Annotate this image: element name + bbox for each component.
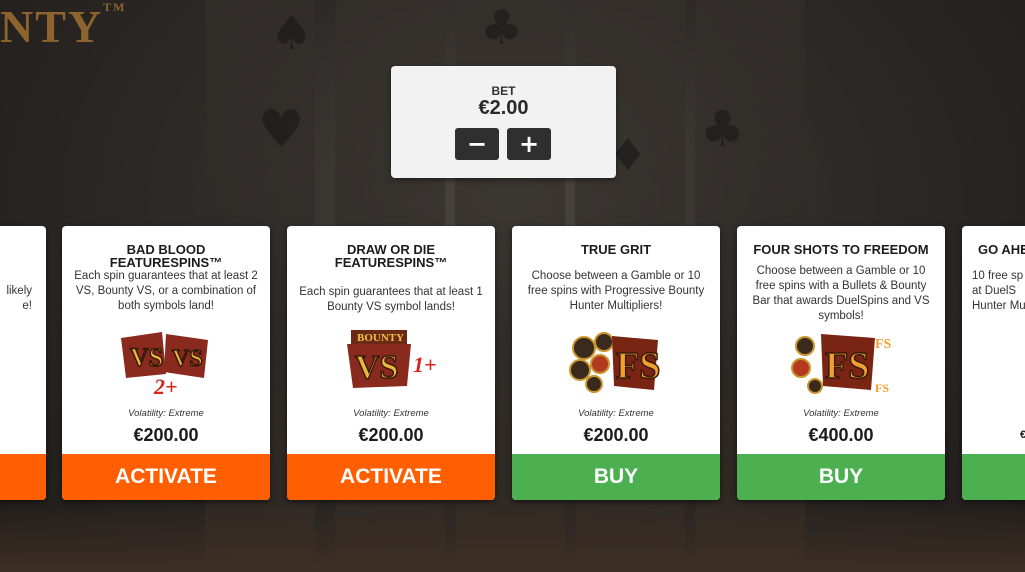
card-volatility: Volatility: Extreme bbox=[578, 408, 654, 419]
svg-text:FS: FS bbox=[875, 337, 891, 352]
svg-text:VS: VS bbox=[130, 343, 163, 372]
bet-decrease-button[interactable]: − bbox=[455, 128, 499, 160]
card-description: Each spin guarantees that at least 2 VS,… bbox=[74, 270, 258, 312]
fs-bounty-coins-icon: FS bbox=[569, 332, 661, 393]
feature-card-partial-left: likely e! bbox=[0, 226, 46, 500]
vs-symbols-2plus-icon: VS VS 2+ bbox=[121, 332, 208, 396]
card-title: DRAW OR DIE FEATURESPINS™ bbox=[334, 242, 448, 270]
card-description: 10 free sp at DuelS Hunter Mu bbox=[972, 270, 1025, 312]
svg-text:2+: 2+ bbox=[153, 374, 178, 396]
buy-button[interactable]: BUY bbox=[737, 454, 945, 500]
spade-icon: ♠ bbox=[270, 5, 314, 61]
svg-text:FS: FS bbox=[616, 345, 660, 387]
feature-card-four-shots: FOUR SHOTS TO FREEDOM Choose between a G… bbox=[737, 226, 945, 500]
card-description: likely e! bbox=[6, 285, 32, 312]
card-price: €200.00 bbox=[583, 425, 649, 445]
card-description: Each spin guarantees that at least 1 Bou… bbox=[299, 286, 483, 313]
card-title: FOUR SHOTS TO FREEDOM bbox=[753, 242, 929, 257]
card-price: €200.00 bbox=[133, 425, 199, 445]
svg-text:VS: VS bbox=[355, 349, 398, 386]
card-volatility: Volatility: Extreme bbox=[128, 408, 204, 419]
card-description: Choose between a Gamble or 10 free spins… bbox=[752, 265, 930, 322]
svg-text:1+: 1+ bbox=[413, 352, 437, 377]
club-icon: ♣ bbox=[480, 0, 524, 56]
svg-text:FS: FS bbox=[875, 381, 889, 395]
card-title: BAD BLOOD FEATURESPINS™ bbox=[109, 242, 223, 270]
bet-value: €2.00 bbox=[478, 97, 529, 119]
feature-card-draw-or-die: DRAW OR DIE FEATURESPINS™ Each spin guar… bbox=[287, 226, 495, 500]
activate-button[interactable]: ACTIVATE bbox=[287, 454, 495, 500]
card-title: TRUE GRIT bbox=[580, 242, 652, 257]
card-price: €400.00 bbox=[808, 425, 874, 445]
game-logo: NTYTM bbox=[0, 0, 126, 53]
bet-panel: BET €2.00 − + bbox=[391, 66, 616, 178]
bounty-vs-1plus-icon: BOUNTY VS 1+ bbox=[347, 330, 437, 388]
card-volatility: Volatility: Extreme bbox=[353, 408, 429, 419]
card-price: € bbox=[1020, 429, 1025, 441]
game-logo-tm: TM bbox=[103, 0, 127, 14]
svg-text:FS: FS bbox=[825, 345, 869, 387]
fs-bullets-bounty-icon: FS FS FS bbox=[791, 334, 891, 395]
card-price: €200.00 bbox=[358, 425, 424, 445]
svg-text:BOUNTY: BOUNTY bbox=[357, 332, 404, 344]
buy-button[interactable]: BUY bbox=[512, 454, 720, 500]
game-logo-text: NTY bbox=[0, 1, 104, 52]
card-description: Choose between a Gamble or 10 free spins… bbox=[527, 270, 705, 312]
svg-text:VS: VS bbox=[172, 346, 203, 372]
bet-increase-button[interactable]: + bbox=[507, 128, 551, 160]
bet-label: BET bbox=[491, 84, 516, 98]
card-volatility: Volatility: Extreme bbox=[803, 408, 879, 419]
background-floor bbox=[0, 502, 1025, 572]
feature-card-partial-right: GO AHE 10 free sp at DuelS Hunter Mu € bbox=[962, 226, 1025, 500]
game-screen: ♠ ♥ ♣ ♣ ♦ NTYTM BET €2.00 − + likely e! … bbox=[0, 0, 1025, 572]
card-action-button[interactable] bbox=[0, 454, 46, 500]
club-icon: ♣ bbox=[700, 100, 745, 158]
activate-button[interactable]: ACTIVATE bbox=[62, 454, 270, 500]
heart-icon: ♥ bbox=[258, 100, 305, 160]
feature-card-true-grit: TRUE GRIT Choose between a Gamble or 10 … bbox=[512, 226, 720, 500]
feature-card-bad-blood: BAD BLOOD FEATURESPINS™ Each spin guaran… bbox=[62, 226, 270, 500]
card-title: GO AHE bbox=[978, 242, 1025, 257]
card-action-button[interactable] bbox=[962, 454, 1025, 500]
